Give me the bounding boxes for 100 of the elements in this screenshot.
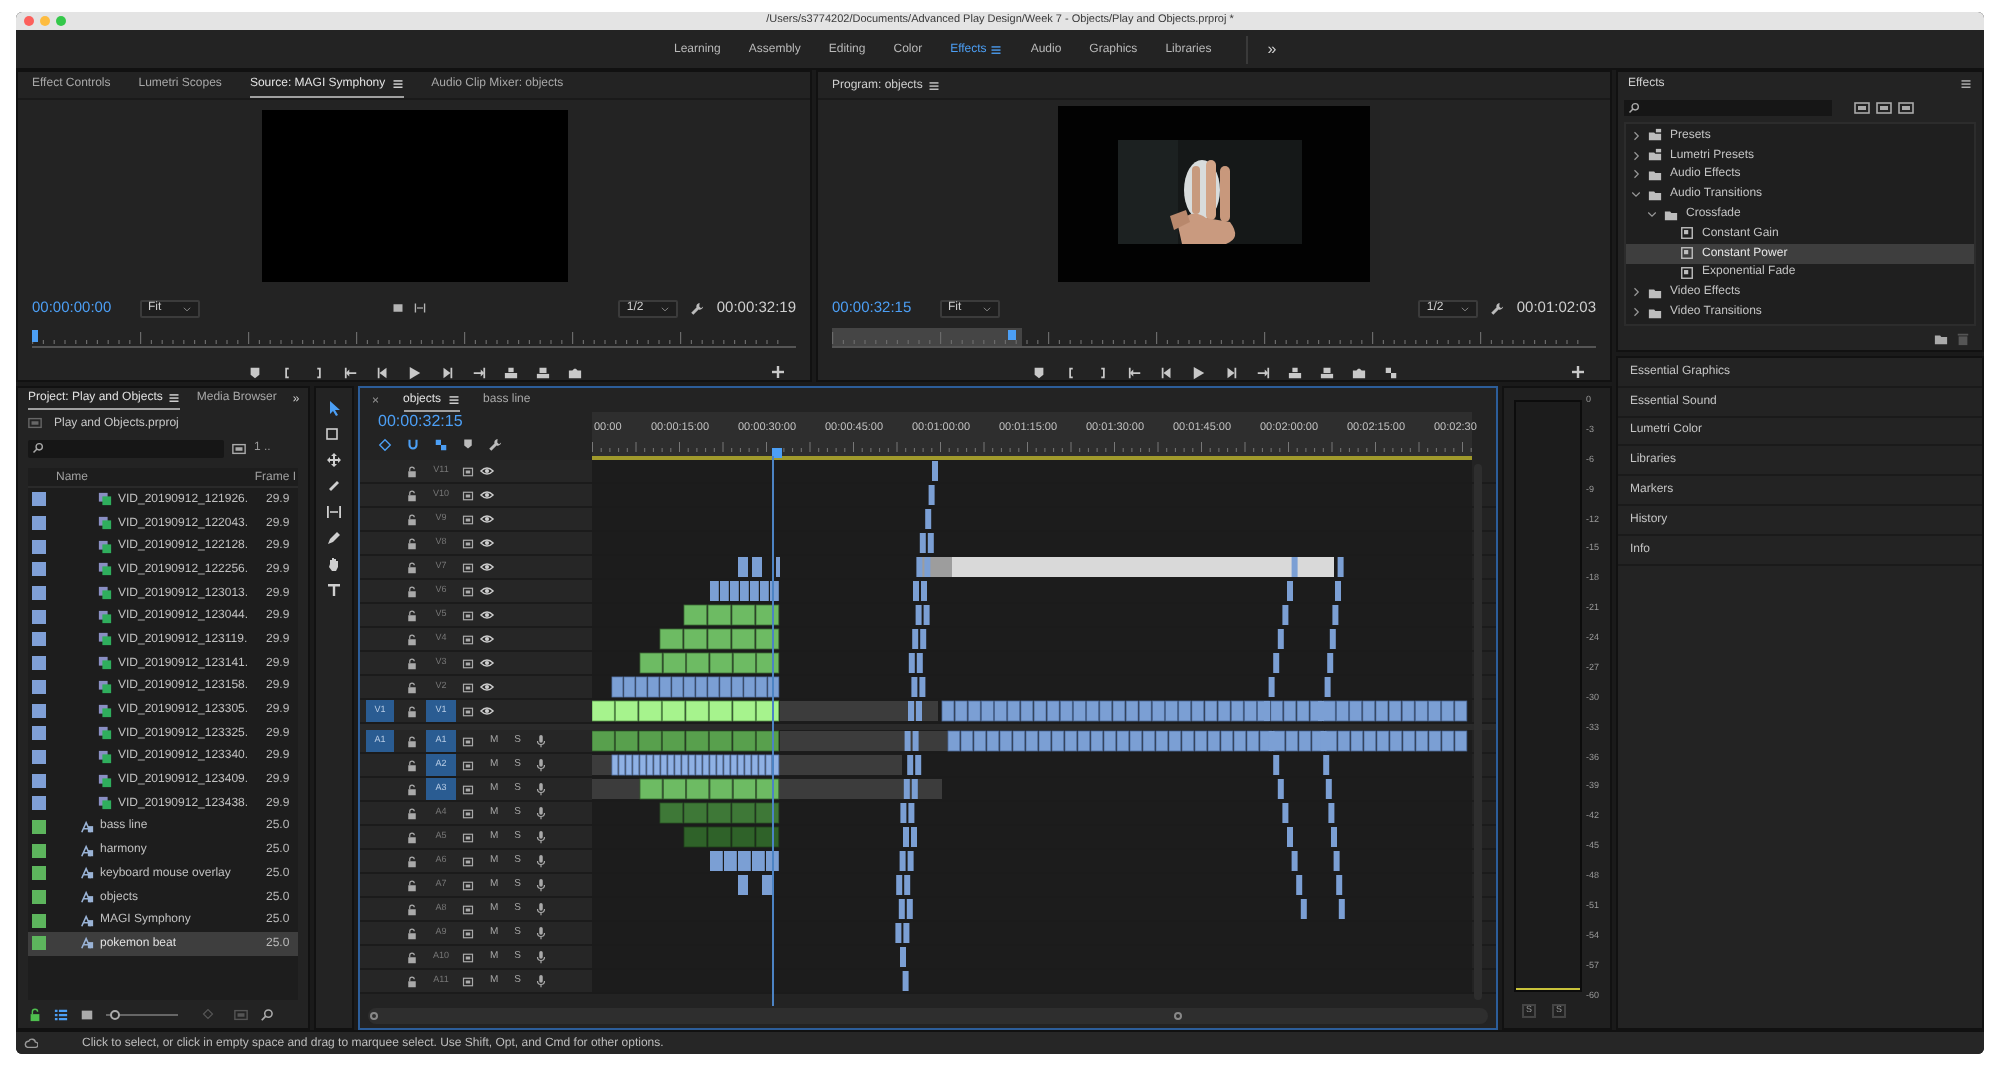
pen-icon[interactable] [326, 530, 342, 546]
horizontal-scrollbar[interactable] [368, 1008, 1488, 1024]
lock-icon[interactable] [406, 975, 418, 987]
clips-drawing[interactable] [919, 533, 934, 553]
accelerated-effects-icon[interactable] [1854, 100, 1870, 116]
out-bracket-icon[interactable] [1095, 365, 1109, 379]
microphone-icon[interactable] [533, 902, 548, 916]
eye-icon[interactable] [480, 560, 494, 574]
overwrite-icon[interactable] [1319, 365, 1333, 379]
sync-lock-icon[interactable] [462, 561, 474, 573]
list-view-icon[interactable] [54, 1007, 68, 1021]
lock-icon[interactable] [406, 831, 418, 843]
sync-lock-icon[interactable] [462, 609, 474, 621]
slip-tool-icon[interactable] [326, 504, 342, 520]
sync-lock-icon[interactable] [462, 489, 474, 501]
32-bit-effects-icon[interactable] [1876, 100, 1892, 116]
sync-lock-icon[interactable] [462, 927, 474, 939]
microphone-icon[interactable] [533, 734, 548, 748]
label-color-swatch[interactable] [32, 936, 46, 951]
label-color-swatch[interactable] [32, 749, 46, 764]
label-color-swatch[interactable] [32, 703, 46, 718]
step-back-icon[interactable] [375, 365, 389, 379]
eye-icon[interactable] [480, 512, 494, 526]
clips-drawing[interactable] [639, 652, 1334, 674]
sync-lock-icon[interactable] [462, 879, 474, 891]
label-color-swatch[interactable] [32, 562, 46, 577]
clips-drawing[interactable] [683, 604, 1339, 626]
selection-tool-icon[interactable] [326, 400, 342, 416]
label-color-swatch[interactable] [32, 773, 46, 788]
clips-drawing[interactable] [710, 851, 1340, 871]
sync-lock-icon[interactable] [462, 705, 474, 717]
sync-lock-icon[interactable] [462, 513, 474, 525]
label-color-swatch[interactable] [32, 819, 46, 834]
linked-selection-icon[interactable] [434, 438, 448, 452]
sync-lock-icon[interactable] [462, 855, 474, 867]
eye-icon[interactable] [480, 536, 494, 550]
play-icon[interactable] [1191, 365, 1205, 379]
marker-icon[interactable] [247, 365, 261, 379]
step-forward-icon[interactable] [1223, 365, 1237, 379]
new-folder-icon[interactable] [1934, 331, 1948, 346]
menu-icon[interactable] [928, 80, 941, 92]
lock-icon[interactable] [406, 855, 418, 867]
lock-icon[interactable] [406, 561, 418, 573]
lock-icon[interactable] [406, 759, 418, 771]
menu-icon[interactable] [447, 394, 460, 406]
clips-drawing[interactable] [592, 754, 1330, 776]
icon-view-icon[interactable] [80, 1007, 94, 1021]
lock-icon[interactable] [406, 681, 418, 693]
microphone-icon[interactable] [533, 878, 548, 892]
label-color-swatch[interactable] [32, 866, 46, 881]
clips-drawing[interactable] [611, 676, 1331, 698]
microphone-icon[interactable] [533, 758, 548, 772]
microphone-icon[interactable] [533, 782, 548, 796]
clips-drawing[interactable] [738, 875, 1343, 895]
sync-lock-icon[interactable] [462, 759, 474, 771]
label-color-swatch[interactable] [32, 516, 46, 531]
panel-menu-icon[interactable] [1960, 78, 1972, 90]
marker-icon[interactable] [1031, 365, 1045, 379]
clips-drawing[interactable] [898, 899, 1345, 919]
lock-icon[interactable] [406, 657, 418, 669]
label-color-swatch[interactable] [32, 679, 46, 694]
sync-lock-icon[interactable] [462, 735, 474, 747]
lock-icon[interactable] [406, 537, 418, 549]
out-bracket-icon[interactable] [311, 365, 325, 379]
sync-lock-icon[interactable] [462, 585, 474, 597]
insert-icon[interactable] [1287, 365, 1301, 379]
eye-icon[interactable] [480, 584, 494, 598]
label-color-swatch[interactable] [32, 609, 46, 624]
step-back-icon[interactable] [1159, 365, 1173, 379]
microphone-icon[interactable] [533, 926, 548, 940]
settings-icon[interactable] [1490, 301, 1505, 315]
microphone-icon[interactable] [533, 854, 548, 868]
lock-icon[interactable] [406, 489, 418, 501]
lock-icon[interactable] [406, 705, 418, 717]
lock-icon[interactable] [406, 927, 418, 939]
go-to-out-icon[interactable] [1255, 365, 1269, 379]
label-color-swatch[interactable] [32, 890, 46, 905]
playhead-marker[interactable] [32, 330, 38, 342]
eye-icon[interactable] [480, 464, 494, 478]
go-to-out-icon[interactable] [471, 365, 485, 379]
new-bin-icon[interactable] [232, 441, 246, 455]
menu-icon[interactable] [990, 43, 1003, 55]
razor-icon[interactable] [326, 478, 342, 494]
label-color-swatch[interactable] [32, 796, 46, 811]
add-marker-icon[interactable] [462, 438, 474, 450]
sync-lock-icon[interactable] [462, 903, 474, 915]
compare-icon[interactable] [1383, 365, 1397, 379]
microphone-icon[interactable] [533, 830, 548, 844]
zoom-slider[interactable] [106, 1009, 178, 1019]
sync-lock-icon[interactable] [462, 831, 474, 843]
go-to-in-icon[interactable] [1127, 365, 1141, 379]
go-to-in-icon[interactable] [343, 365, 357, 379]
nest-icon[interactable] [378, 438, 392, 452]
label-color-swatch[interactable] [32, 492, 46, 507]
playhead-marker[interactable] [1008, 330, 1016, 340]
camera-icon[interactable] [1351, 365, 1365, 379]
sync-lock-icon[interactable] [462, 465, 474, 477]
eye-icon[interactable] [480, 632, 494, 646]
label-color-swatch[interactable] [32, 843, 46, 858]
clips-drawing[interactable] [683, 826, 1337, 848]
